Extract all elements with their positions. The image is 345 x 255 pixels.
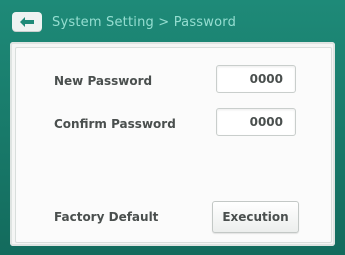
settings-panel-inner: New Password 0000 Confirm Password 0000 … <box>15 47 332 243</box>
title-bar: System Setting > Password <box>8 6 337 38</box>
new-password-label: New Password <box>54 74 153 88</box>
factory-default-label: Factory Default <box>54 210 159 224</box>
settings-panel: New Password 0000 Confirm Password 0000 … <box>10 42 335 246</box>
page-title: System Setting > Password <box>52 14 237 30</box>
new-password-field[interactable]: 0000 <box>216 65 296 93</box>
back-button[interactable] <box>12 12 42 32</box>
confirm-password-label: Confirm Password <box>54 117 176 131</box>
back-arrow-icon <box>20 17 34 27</box>
confirm-password-field[interactable]: 0000 <box>216 108 296 136</box>
execution-button[interactable]: Execution <box>212 201 299 233</box>
